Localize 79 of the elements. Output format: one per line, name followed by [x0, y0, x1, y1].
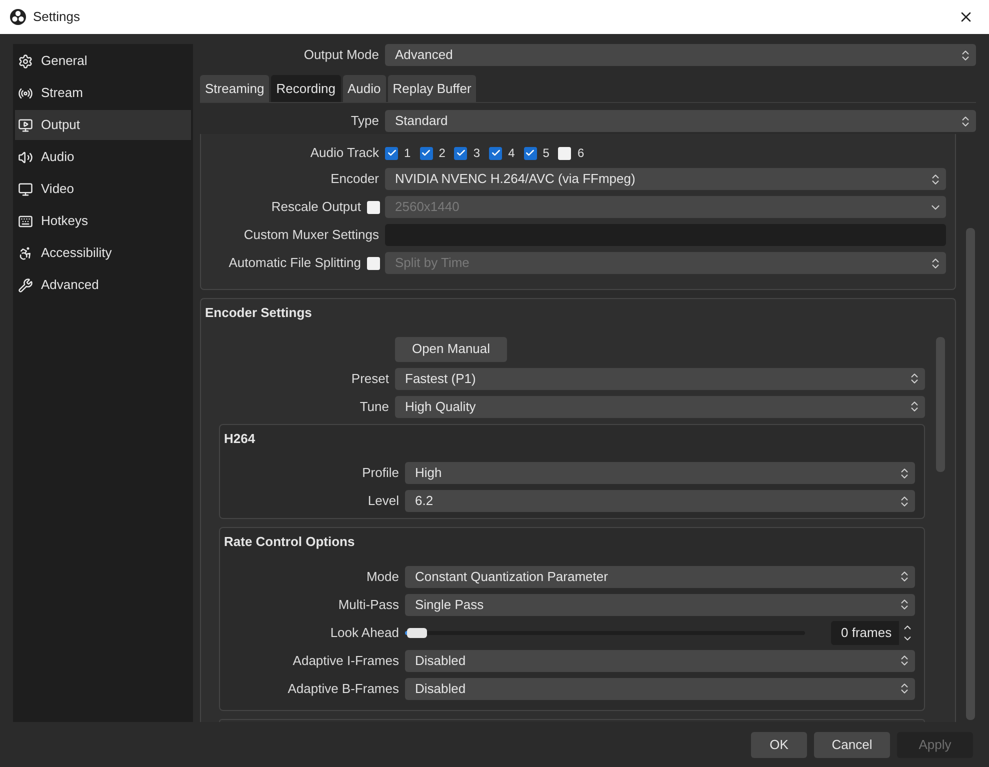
tab[interactable]: Recording — [271, 75, 341, 102]
field-label: Preset — [351, 370, 389, 388]
check-icon — [386, 148, 396, 158]
field-label: Type — [350, 112, 379, 130]
dropdown-field[interactable]: Disabled — [405, 650, 915, 672]
tools-icon — [18, 278, 33, 292]
checkbox[interactable] — [524, 146, 537, 160]
dropdown-field[interactable]: NVIDIA NVENC H.264/AVC (via FFmpeg) — [385, 168, 946, 190]
checkbox[interactable] — [420, 146, 433, 160]
dropdown-field[interactable]: Disabled — [405, 678, 915, 700]
sidebar-item[interactable]: Audio — [15, 142, 191, 172]
sidebar-item[interactable]: Stream — [15, 78, 191, 108]
slider[interactable] — [405, 626, 805, 640]
field-label: Multi-Pass — [338, 596, 399, 614]
dialog-button[interactable]: OK — [751, 732, 807, 758]
dropdown-field[interactable]: High Quality — [395, 396, 925, 418]
checkbox[interactable] — [558, 146, 572, 160]
check-icon — [456, 148, 466, 158]
field-label: Rescale Output — [271, 198, 361, 216]
field-label: Profile — [362, 464, 399, 482]
field-label: Audio Track — [310, 144, 379, 162]
number-field[interactable]: 0 frames — [831, 620, 915, 644]
check-icon — [490, 148, 501, 158]
sidebar-item[interactable]: Hotkeys — [15, 206, 191, 236]
check-icon — [525, 148, 536, 158]
field-label: Automatic File Splitting — [228, 254, 361, 272]
monitor-icon — [18, 182, 33, 196]
dropdown-field[interactable]: Constant Quantization Parameter — [405, 566, 915, 588]
sidebar-item[interactable]: Video — [15, 174, 191, 204]
dropdown-field[interactable]: Standard — [385, 110, 976, 132]
dropdown-field[interactable]: Advanced — [385, 44, 976, 66]
field-label: Adaptive B-Frames — [288, 680, 399, 698]
group-title: Rate Control Options — [223, 533, 356, 551]
keyboard-icon — [18, 214, 33, 228]
dialog-button[interactable]: Cancel — [814, 732, 890, 758]
open-manual-button[interactable]: Open Manual — [395, 336, 507, 362]
sidebar-item[interactable]: Accessibility — [15, 238, 191, 268]
checkbox-label: 3 — [473, 145, 480, 162]
app-logo-icon — [10, 9, 26, 25]
sidebar-item[interactable]: Output — [15, 110, 191, 140]
field-label: Tune — [360, 398, 389, 416]
tab[interactable]: Replay Buffer — [388, 75, 476, 102]
checkbox[interactable] — [454, 146, 468, 160]
field-label: Encoder — [330, 170, 379, 188]
dropdown-field[interactable]: Fastest (P1) — [395, 368, 925, 390]
tab[interactable]: Streaming — [200, 75, 270, 102]
checkbox-label: 5 — [542, 145, 550, 162]
checkbox[interactable] — [367, 256, 380, 270]
checkbox-label: 1 — [404, 145, 411, 162]
checkbox-label: 2 — [438, 145, 446, 162]
gear-icon — [18, 54, 33, 68]
group-title: Encoder Settings — [204, 304, 313, 322]
screen-icon — [18, 118, 33, 132]
field-label: Level — [368, 492, 399, 510]
antenna-icon — [18, 86, 33, 100]
accessibility-icon — [18, 246, 33, 260]
check-icon — [421, 148, 432, 158]
window-title: Settings — [33, 8, 80, 26]
scrollbar[interactable] — [966, 228, 975, 720]
checkbox-label: 6 — [577, 145, 584, 162]
tab[interactable]: Audio — [342, 75, 386, 102]
field-label: Mode — [366, 568, 399, 586]
field-label: Look Ahead — [330, 624, 399, 642]
field-label: Custom Muxer Settings — [244, 226, 379, 244]
field-label: Adaptive I-Frames — [292, 652, 399, 670]
group-title: H264 — [223, 430, 256, 448]
field-label: Output Mode — [304, 46, 379, 64]
slider-thumb[interactable] — [407, 628, 427, 638]
checkbox[interactable] — [367, 200, 380, 214]
sidebar-item[interactable]: General — [15, 46, 191, 76]
checkbox[interactable] — [385, 146, 398, 160]
sidebar-item[interactable]: Advanced — [15, 270, 191, 300]
checkbox-label: 4 — [508, 145, 515, 162]
speaker-icon — [18, 150, 33, 164]
scrollbar[interactable] — [936, 336, 944, 472]
checkbox[interactable] — [489, 146, 502, 160]
dropdown-field[interactable]: High — [405, 462, 915, 484]
dropdown-field[interactable]: 6.2 — [405, 490, 915, 512]
dropdown-field[interactable]: Single Pass — [405, 594, 915, 616]
